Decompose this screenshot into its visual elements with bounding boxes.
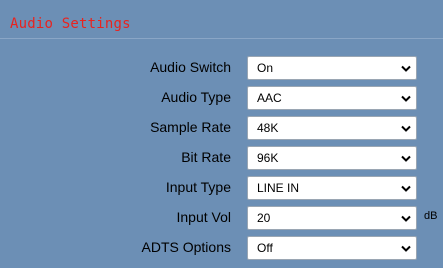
sample-rate-row: Sample Rate 48K bbox=[0, 116, 443, 140]
chevron-down-icon bbox=[401, 245, 411, 252]
chevron-down-icon bbox=[401, 185, 411, 192]
audio-type-row: Audio Type AAC bbox=[0, 86, 443, 110]
adts-options-row: ADTS Options Off bbox=[0, 236, 443, 260]
chevron-down-icon bbox=[401, 215, 411, 222]
chevron-down-icon bbox=[401, 155, 411, 162]
bit-rate-value: 96K bbox=[257, 151, 279, 165]
adts-options-value: Off bbox=[257, 241, 273, 255]
sample-rate-value: 48K bbox=[257, 121, 279, 135]
input-vol-unit: dB bbox=[424, 210, 438, 222]
audio-type-value: AAC bbox=[257, 91, 282, 105]
section-title: Audio Settings bbox=[10, 16, 131, 32]
audio-switch-value: On bbox=[257, 61, 274, 75]
audio-switch-label: Audio Switch bbox=[150, 59, 231, 75]
input-type-select[interactable]: LINE IN bbox=[247, 176, 417, 200]
input-type-row: Input Type LINE IN bbox=[0, 176, 443, 200]
bit-rate-select[interactable]: 96K bbox=[247, 146, 417, 170]
chevron-down-icon bbox=[401, 95, 411, 102]
title-divider bbox=[0, 38, 443, 39]
adts-options-label: ADTS Options bbox=[141, 239, 231, 255]
input-type-label: Input Type bbox=[165, 179, 231, 195]
input-vol-row: Input Vol 20 dB bbox=[0, 206, 443, 230]
audio-switch-select[interactable]: On bbox=[247, 56, 417, 80]
audio-switch-row: Audio Switch On bbox=[0, 56, 443, 80]
audio-type-select[interactable]: AAC bbox=[247, 86, 417, 110]
input-vol-value: 20 bbox=[257, 211, 271, 225]
adts-options-select[interactable]: Off bbox=[247, 236, 417, 260]
bit-rate-row: Bit Rate 96K bbox=[0, 146, 443, 170]
bit-rate-label: Bit Rate bbox=[181, 149, 231, 165]
audio-settings-panel: Audio Settings Audio Switch On Audio Typ… bbox=[0, 0, 443, 268]
input-type-value: LINE IN bbox=[257, 181, 300, 195]
sample-rate-select[interactable]: 48K bbox=[247, 116, 417, 140]
sample-rate-label: Sample Rate bbox=[150, 119, 231, 135]
audio-type-label: Audio Type bbox=[161, 89, 231, 105]
input-vol-label: Input Vol bbox=[176, 209, 232, 225]
input-vol-select[interactable]: 20 bbox=[247, 206, 417, 230]
chevron-down-icon bbox=[401, 65, 411, 72]
chevron-down-icon bbox=[401, 125, 411, 132]
